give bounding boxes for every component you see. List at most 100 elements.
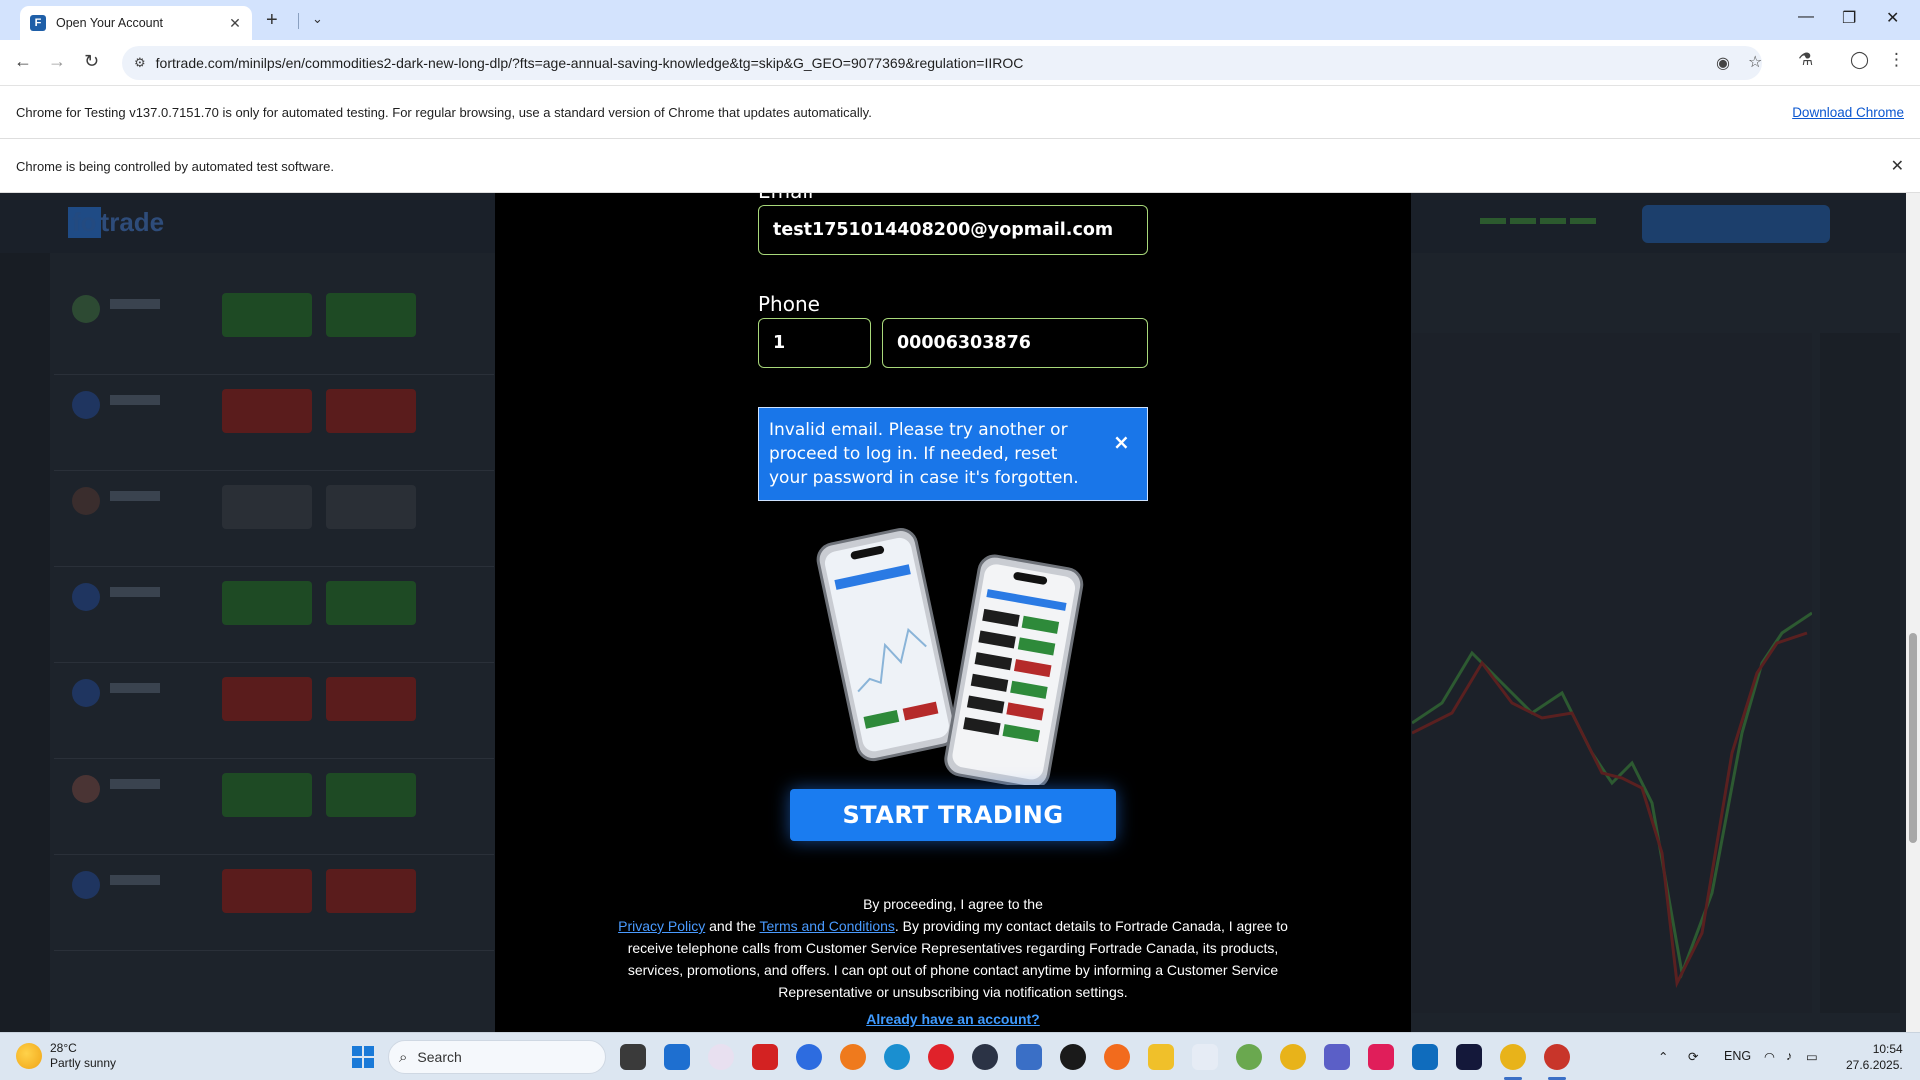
app-dark-icon[interactable] xyxy=(1060,1044,1086,1070)
chrome-testing-icon[interactable] xyxy=(1544,1044,1570,1070)
forward-icon[interactable]: → xyxy=(48,51,66,72)
background-create-account-button xyxy=(1642,205,1830,243)
background-row xyxy=(54,379,494,471)
site-info-icon[interactable]: ⚙ xyxy=(134,55,146,71)
background-row xyxy=(54,571,494,663)
testing-infobar: Chrome for Testing v137.0.7151.70 is onl… xyxy=(0,87,1920,139)
search-icon: ⌕ xyxy=(399,1048,408,1066)
teamviewer-icon[interactable] xyxy=(664,1044,690,1070)
security-icon[interactable] xyxy=(1016,1044,1042,1070)
legal-and-the: and the xyxy=(705,918,760,934)
background-row xyxy=(54,283,494,375)
taskbar: 28°C Partly sunny ⌕ Search ⌃ ⟳ ENG ◠ ♪ ▭… xyxy=(0,1032,1920,1080)
download-chrome-link[interactable]: Download Chrome xyxy=(1792,105,1904,120)
background-row xyxy=(54,859,494,951)
tab-search-chevron-icon[interactable]: ⌄ xyxy=(312,11,323,27)
terms-link[interactable]: Terms and Conditions xyxy=(760,918,895,934)
background-price-axis xyxy=(1820,333,1900,1013)
fortrade-favicon-icon: F xyxy=(30,15,46,31)
firefox-icon[interactable] xyxy=(840,1044,866,1070)
already-have-account-link[interactable]: Already have an account? xyxy=(495,1011,1411,1027)
wifi-icon[interactable]: ◠ xyxy=(1764,1049,1775,1064)
windows-start-icon[interactable] xyxy=(352,1046,374,1068)
reload-icon[interactable]: ↻ xyxy=(84,51,99,72)
screen: F Open Your Account ✕ + ⌄ — ❐ ✕ ← → ↻ ⚙ … xyxy=(0,0,1920,1080)
phone-number-field[interactable]: 00006303876 xyxy=(882,318,1148,368)
page-viewport: fo trade test1751014408200@yopmail.com P… xyxy=(0,193,1920,1032)
postman-icon[interactable] xyxy=(1104,1044,1130,1070)
task-view-icon[interactable] xyxy=(620,1044,646,1070)
close-infobar-icon[interactable]: ✕ xyxy=(1891,156,1904,176)
browser-tab[interactable]: F Open Your Account ✕ xyxy=(20,6,252,40)
outlook-icon[interactable] xyxy=(1412,1044,1438,1070)
tray-overflow-icon[interactable]: ⌃ xyxy=(1658,1049,1668,1064)
teams-icon[interactable] xyxy=(1324,1044,1350,1070)
background-financial-strength xyxy=(1480,211,1610,239)
battery-icon[interactable]: ▭ xyxy=(1806,1049,1818,1064)
browser-toolbar: ← → ↻ ⚙ fortrade.com/minilps/en/commodit… xyxy=(0,40,1920,86)
volume-icon[interactable]: ♪ xyxy=(1786,1049,1792,1063)
clock-time: 10:54 xyxy=(1872,1042,1903,1056)
slack-icon[interactable] xyxy=(1368,1044,1394,1070)
zoom-icon[interactable] xyxy=(796,1044,822,1070)
eye-off-icon[interactable]: ◉ xyxy=(1716,53,1730,73)
background-logo: fo trade xyxy=(68,207,168,238)
tab-title: Open Your Account xyxy=(56,16,164,30)
close-window-icon[interactable]: ✕ xyxy=(1886,8,1899,28)
chrome-active-icon[interactable] xyxy=(1500,1044,1526,1070)
background-price-chart xyxy=(1411,333,1813,1013)
app-icon[interactable] xyxy=(708,1044,734,1070)
tab-divider xyxy=(298,13,299,29)
background-row xyxy=(54,475,494,567)
chrome-icon[interactable] xyxy=(1280,1044,1306,1070)
legal-intro: By proceeding, I agree to the xyxy=(863,896,1043,912)
new-tab-icon[interactable]: + xyxy=(266,9,278,32)
background-left-rail xyxy=(0,253,50,1032)
registration-modal: Email test1751014408200@yopmail.com Phon… xyxy=(495,193,1411,1032)
phones-illustration xyxy=(816,528,1084,785)
partly-sunny-icon xyxy=(16,1043,42,1069)
page-scrollbar-track[interactable] xyxy=(1906,193,1920,1032)
taskbar-search-label: Search xyxy=(417,1049,462,1065)
edge-icon[interactable] xyxy=(884,1044,910,1070)
automation-notice: Chrome is being controlled by automated … xyxy=(16,158,334,174)
phone-country-code-field[interactable]: 1 xyxy=(758,318,871,368)
url-text: fortrade.com/minilps/en/commodities2-dar… xyxy=(155,55,1024,71)
privacy-policy-link[interactable]: Privacy Policy xyxy=(618,918,705,934)
taskbar-search[interactable]: ⌕ Search xyxy=(388,1040,606,1074)
weather-condition: Partly sunny xyxy=(50,1056,117,1070)
close-tab-icon[interactable]: ✕ xyxy=(226,15,244,32)
labs-flask-icon[interactable]: ⚗ xyxy=(1798,50,1813,70)
bookmark-star-icon[interactable]: ☆ xyxy=(1748,52,1762,72)
jetbrains-icon[interactable] xyxy=(1456,1044,1482,1070)
error-message: Invalid email. Please try another or pro… xyxy=(769,420,1079,488)
email-field[interactable]: test1751014408200@yopmail.com xyxy=(758,205,1148,255)
email-label: Email xyxy=(758,193,814,203)
address-bar[interactable]: ⚙ fortrade.com/minilps/en/commodities2-d… xyxy=(122,46,1762,80)
wordpress-icon[interactable] xyxy=(972,1044,998,1070)
file-explorer-icon[interactable] xyxy=(1148,1044,1174,1070)
tab-strip: F Open Your Account ✕ + ⌄ — ❐ ✕ xyxy=(0,0,1920,40)
legal-text: By proceeding, I agree to the Privacy Po… xyxy=(613,893,1293,1003)
minimize-icon[interactable]: — xyxy=(1798,8,1814,26)
sync-icon[interactable]: ⟳ xyxy=(1688,1049,1698,1064)
menu-dots-icon[interactable]: ⋮ xyxy=(1888,50,1905,70)
acrobat-icon[interactable] xyxy=(752,1044,778,1070)
start-trading-button[interactable]: START TRADING xyxy=(790,789,1116,841)
close-alert-icon[interactable]: × xyxy=(1113,430,1130,454)
testing-notice: Chrome for Testing v137.0.7151.70 is onl… xyxy=(16,105,872,120)
clock[interactable]: 10:54 27.6.2025. xyxy=(1846,1041,1903,1073)
back-icon[interactable]: ← xyxy=(14,51,32,72)
clock-date: 27.6.2025. xyxy=(1846,1058,1903,1072)
app-green-icon[interactable] xyxy=(1236,1044,1262,1070)
page-scrollbar-thumb[interactable] xyxy=(1909,633,1917,843)
app-a-icon[interactable] xyxy=(1192,1044,1218,1070)
language-indicator[interactable]: ENG xyxy=(1724,1049,1751,1063)
phone-label: Phone xyxy=(758,292,820,316)
opera-icon[interactable] xyxy=(928,1044,954,1070)
automation-infobar: Chrome is being controlled by automated … xyxy=(0,140,1920,193)
background-instrument-list xyxy=(54,283,494,1032)
profile-icon[interactable]: ◯ xyxy=(1850,50,1869,70)
restore-icon[interactable]: ❐ xyxy=(1842,8,1856,28)
weather-widget[interactable]: 28°C Partly sunny xyxy=(16,1041,116,1071)
